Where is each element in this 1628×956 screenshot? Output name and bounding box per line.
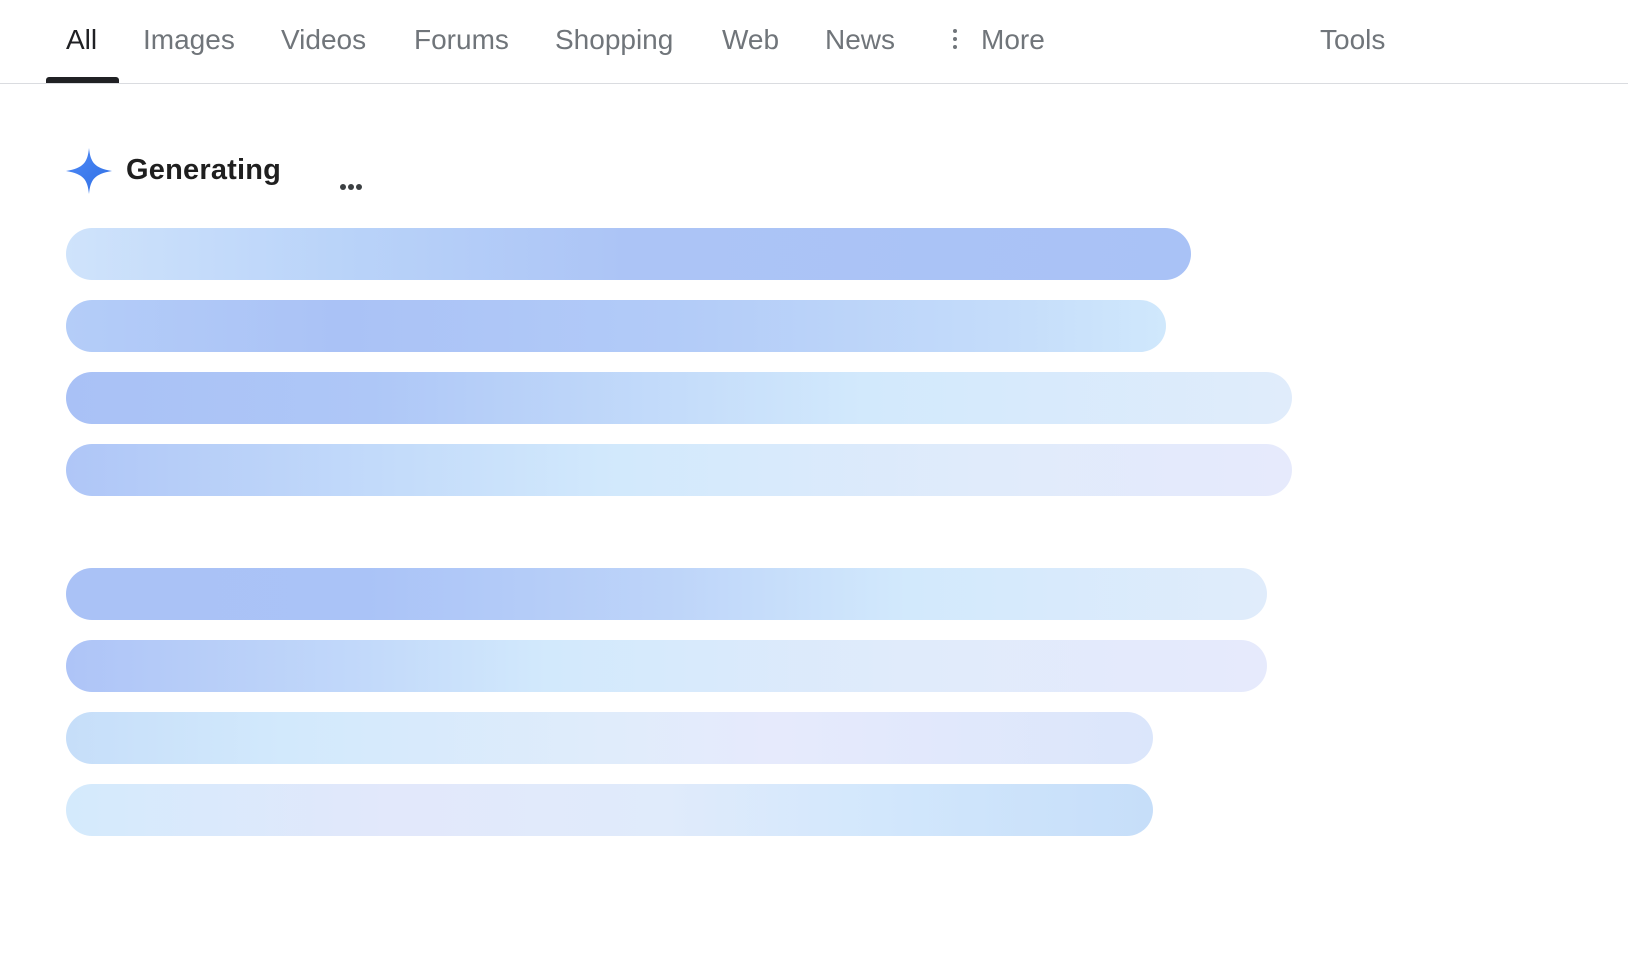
tab-shopping[interactable]: Shopping xyxy=(555,22,673,84)
search-tabs-bar: All Images Videos Forums Shopping Web Ne… xyxy=(0,0,1628,84)
tab-videos[interactable]: Videos xyxy=(281,22,366,84)
tab-forums[interactable]: Forums xyxy=(414,22,509,84)
placeholder-line xyxy=(66,640,1267,692)
sparkle-icon xyxy=(66,148,112,194)
tab-images[interactable]: Images xyxy=(143,22,235,84)
tab-news[interactable]: News xyxy=(825,22,895,84)
generating-status: Generating xyxy=(126,154,282,186)
loading-dots xyxy=(340,177,364,195)
tab-web[interactable]: Web xyxy=(722,22,779,84)
placeholder-line xyxy=(66,300,1166,352)
tab-more[interactable]: More xyxy=(981,22,1045,84)
placeholder-line xyxy=(66,444,1292,496)
placeholder-line xyxy=(66,784,1153,836)
active-tab-indicator xyxy=(46,77,119,83)
tab-all[interactable]: All xyxy=(66,22,97,84)
placeholder-line xyxy=(66,228,1191,280)
placeholder-line xyxy=(66,712,1153,764)
more-vert-icon[interactable] xyxy=(952,29,958,53)
placeholder-line xyxy=(66,568,1267,620)
tools-button[interactable]: Tools xyxy=(1320,22,1385,84)
placeholder-line xyxy=(66,372,1292,424)
